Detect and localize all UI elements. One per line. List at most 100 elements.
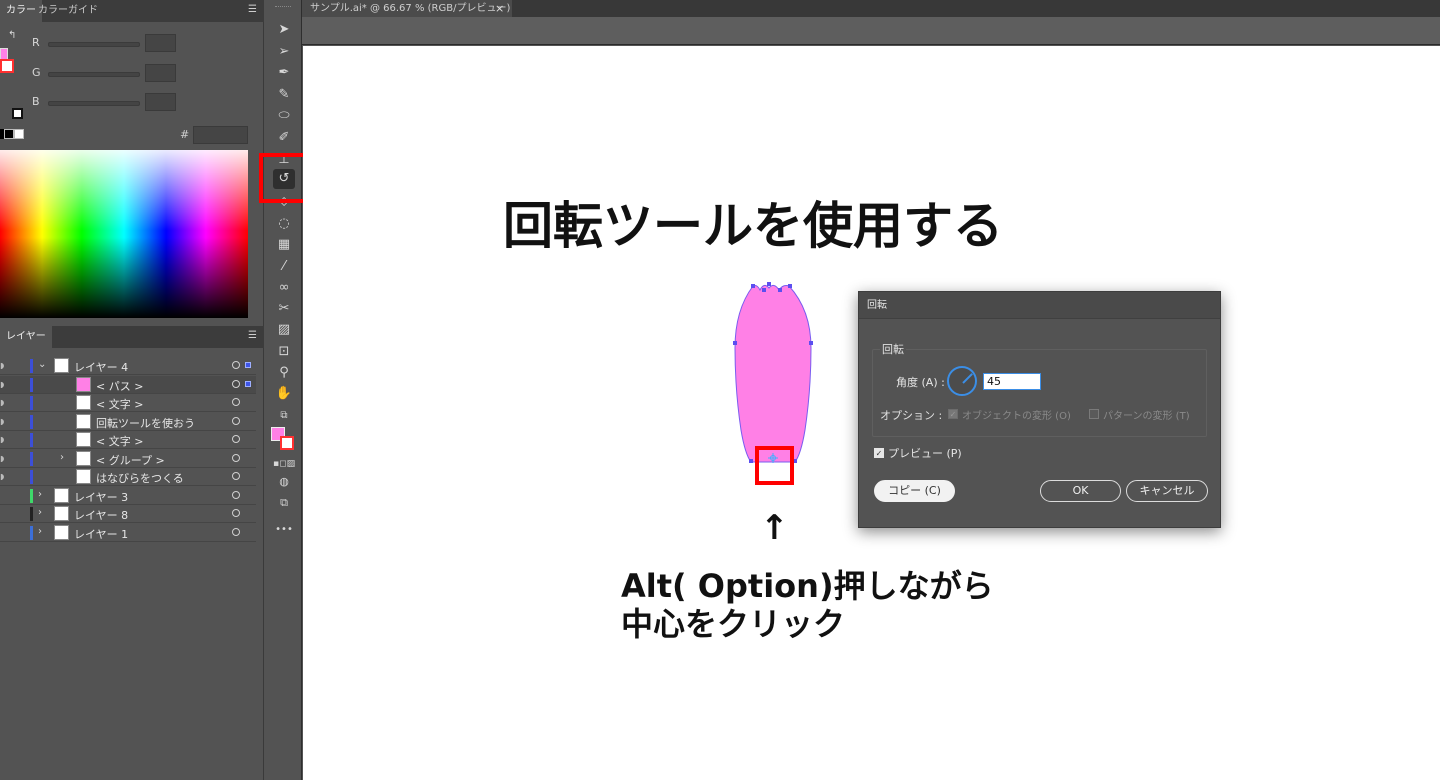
visibility-eye-icon[interactable]: ◗ xyxy=(0,361,4,370)
white-swatch[interactable] xyxy=(14,129,24,139)
swap-fill-stroke-icon[interactable]: ⧉ xyxy=(273,406,295,426)
visibility-eye-icon[interactable]: ◗ xyxy=(0,472,4,481)
curvature-tool-icon[interactable]: ✎ xyxy=(273,85,295,105)
angle-dial[interactable] xyxy=(947,366,977,396)
anchor-point[interactable] xyxy=(809,341,813,345)
layer-row[interactable]: › レイヤー 3 xyxy=(0,487,256,505)
graph-tool-icon[interactable]: ▨ xyxy=(273,320,295,340)
visibility-eye-icon[interactable]: ◗ xyxy=(0,380,4,389)
swap-icon[interactable]: ↰ xyxy=(8,30,16,41)
anchor-point[interactable] xyxy=(749,459,753,463)
transform-objects-checkbox[interactable]: ✓ xyxy=(948,409,958,419)
ok-button[interactable]: OK xyxy=(1040,480,1121,502)
more-tools-icon[interactable]: ••• xyxy=(273,520,295,540)
shape-builder-tool-icon[interactable]: ◌ xyxy=(273,214,295,234)
anchor-point[interactable] xyxy=(762,288,766,292)
selection-tool-icon[interactable]: ➤ xyxy=(273,20,295,40)
dialog-title[interactable]: 回転 xyxy=(859,292,1220,319)
visibility-eye-icon[interactable]: ◗ xyxy=(0,398,4,407)
selection-indicator[interactable] xyxy=(245,380,251,387)
hex-input[interactable] xyxy=(193,126,248,144)
layer-row[interactable]: ◗ ⌄ レイヤー 4 xyxy=(0,357,256,375)
visibility-eye-icon[interactable]: ◗ xyxy=(0,435,4,444)
color-mode-icons[interactable]: ▪◻▨ xyxy=(273,454,295,474)
direct-selection-tool-icon[interactable]: ➢ xyxy=(273,42,295,62)
transform-patterns-checkbox[interactable] xyxy=(1089,409,1099,419)
target-circle-icon[interactable] xyxy=(232,416,240,425)
document-tab[interactable]: サンプル.ai* @ 66.67 % (RGB/プレビュー) xyxy=(302,0,512,17)
copy-button[interactable]: コピー (C) xyxy=(874,480,955,502)
anchor-point[interactable] xyxy=(767,282,771,286)
chevron-right-icon[interactable]: › xyxy=(60,452,64,463)
target-circle-icon[interactable] xyxy=(232,490,240,499)
hand-tool-icon[interactable]: ✋ xyxy=(273,384,295,404)
default-colors-icon[interactable] xyxy=(12,108,23,119)
screen-mode-icon[interactable]: ⧉ xyxy=(273,493,295,513)
visibility-eye-icon[interactable]: ◗ xyxy=(0,417,4,426)
target-circle-icon[interactable] xyxy=(232,435,240,443)
color-spectrum[interactable] xyxy=(0,150,248,318)
pen-tool-icon[interactable]: ✒ xyxy=(273,63,295,83)
visibility-eye-icon[interactable] xyxy=(0,491,4,499)
target-circle-icon[interactable] xyxy=(232,472,240,480)
channel-b-slider[interactable] xyxy=(48,101,140,106)
channel-r-input[interactable] xyxy=(145,34,176,52)
layer-name[interactable]: レイヤー 1 xyxy=(74,526,128,542)
layer-name[interactable]: 回転ツールを使おう xyxy=(96,415,195,431)
channel-r-slider[interactable] xyxy=(48,42,140,47)
preview-checkbox[interactable]: ✓ xyxy=(874,448,884,458)
visibility-eye-icon[interactable] xyxy=(0,528,4,536)
target-circle-icon[interactable] xyxy=(232,361,240,369)
draw-mode-icon[interactable]: ◍ xyxy=(273,472,295,492)
channel-g-slider[interactable] xyxy=(48,72,140,77)
layer-name[interactable]: はなびらをつくる xyxy=(96,470,184,486)
ellipse-tool-icon[interactable]: ⬭ xyxy=(273,106,295,126)
blend-tool-icon[interactable]: ∞ xyxy=(273,278,295,298)
chevron-right-icon[interactable]: › xyxy=(38,526,42,537)
anchor-point[interactable] xyxy=(733,341,737,345)
angle-input[interactable]: 45 xyxy=(983,373,1041,390)
visibility-eye-icon[interactable] xyxy=(0,509,4,517)
layer-row[interactable]: ◗ < 文字 > xyxy=(0,431,256,449)
panel-menu-icon[interactable]: ☰ xyxy=(248,5,258,17)
target-circle-icon[interactable] xyxy=(232,379,240,388)
petal-shape[interactable] xyxy=(731,280,815,470)
target-circle-icon[interactable] xyxy=(232,509,240,517)
layer-row[interactable]: › レイヤー 1 xyxy=(0,524,256,542)
eyedropper-tool-icon[interactable]: ⁄ xyxy=(273,257,295,277)
anchor-point[interactable] xyxy=(788,284,792,288)
layer-name[interactable]: < パス > xyxy=(96,378,143,394)
layer-name[interactable]: レイヤー 3 xyxy=(74,489,128,505)
layer-row[interactable]: ◗ › < グループ > xyxy=(0,450,256,468)
target-circle-icon[interactable] xyxy=(232,527,240,536)
chevron-right-icon[interactable]: › xyxy=(38,507,42,518)
channel-b-input[interactable] xyxy=(145,93,176,111)
target-circle-icon[interactable] xyxy=(232,453,240,462)
tab-color-guide[interactable]: カラーガイド xyxy=(32,0,104,22)
visibility-eye-icon[interactable]: ◗ xyxy=(0,454,4,463)
symbol-sprayer-tool-icon[interactable]: ✂ xyxy=(273,299,295,319)
toolbar-stroke-swatch[interactable] xyxy=(280,436,294,450)
layer-row[interactable]: › レイヤー 8 xyxy=(0,505,256,523)
artboard-tool-icon[interactable]: ⊡ xyxy=(273,342,295,362)
chevron-down-icon[interactable]: ⌄ xyxy=(38,359,46,370)
layer-row[interactable]: ◗ < 文字 > xyxy=(0,394,256,412)
layer-name[interactable]: < グループ > xyxy=(96,452,165,468)
pencil-tool-icon[interactable]: ✐ xyxy=(273,128,295,148)
close-icon[interactable]: × xyxy=(495,0,504,17)
zoom-tool-icon[interactable]: ⚲ xyxy=(273,363,295,383)
layer-name[interactable]: < 文字 > xyxy=(96,396,143,412)
layer-name[interactable]: レイヤー 4 xyxy=(74,359,128,375)
layer-row[interactable]: ◗ はなびらをつくる xyxy=(0,468,256,486)
target-circle-icon[interactable] xyxy=(232,398,240,406)
layer-name[interactable]: レイヤー 8 xyxy=(74,507,128,523)
toolbar-grip[interactable] xyxy=(275,6,291,8)
gradient-tool-icon[interactable]: ▦ xyxy=(273,235,295,255)
anchor-point[interactable] xyxy=(751,284,755,288)
black-swatch[interactable] xyxy=(4,129,14,139)
channel-g-input[interactable] xyxy=(145,64,176,82)
layer-row[interactable]: ◗ < パス > xyxy=(0,375,256,394)
chevron-right-icon[interactable]: › xyxy=(38,489,42,500)
cancel-button[interactable]: キャンセル xyxy=(1126,480,1208,502)
selection-indicator[interactable] xyxy=(245,362,251,368)
